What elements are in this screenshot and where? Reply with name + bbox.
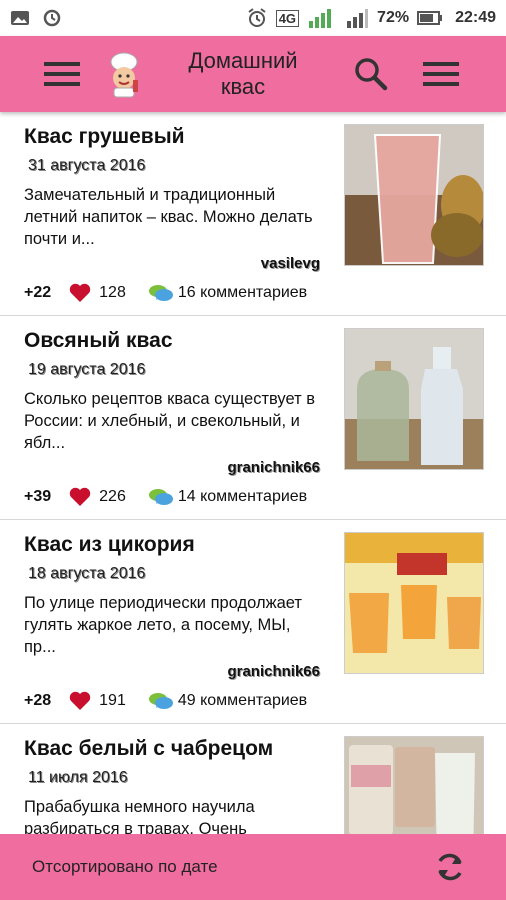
comments-count[interactable]: 16 комментариев xyxy=(178,284,307,302)
recipe-description: Прабабушка немного научила разбираться в… xyxy=(24,798,255,834)
recipe-author[interactable]: granichnik66 xyxy=(227,459,320,476)
status-bar: 4G 72% 22:49 xyxy=(0,0,506,36)
rating-value: +39 xyxy=(24,488,52,505)
recipe-thumbnail[interactable] xyxy=(344,532,484,674)
network-label: 4G xyxy=(275,9,300,27)
recipe-date: 18 августа 2016 xyxy=(28,565,146,582)
recipe-stats: +39 226 14 комментариев xyxy=(24,487,307,507)
recipe-title[interactable]: Квас грушевый xyxy=(24,125,334,149)
signal-icon xyxy=(307,7,337,29)
battery-icon xyxy=(417,10,443,26)
comment-bubble-icon[interactable] xyxy=(148,487,174,507)
recipe-title[interactable]: Квас из цикория xyxy=(24,533,334,557)
comment-bubble-icon[interactable] xyxy=(148,283,174,303)
recipe-card[interactable]: Квас из цикория 18 августа 2016 По улице… xyxy=(0,520,506,724)
rating-value: +28 xyxy=(24,692,52,709)
recipe-thumbnail[interactable] xyxy=(344,736,484,834)
title-line-2: квас xyxy=(220,74,266,99)
recipe-stats: +28 191 49 комментариев xyxy=(24,691,307,711)
heart-icon[interactable] xyxy=(69,691,91,711)
likes-count: 128 xyxy=(99,284,126,301)
recipe-list[interactable]: Квас грушевый 31 августа 2016 Замечатель… xyxy=(0,112,506,834)
comment-bubble-icon[interactable] xyxy=(148,691,174,711)
recipe-description: По улице периодически продолжает гулять … xyxy=(24,594,302,656)
overflow-menu-button[interactable] xyxy=(416,49,466,99)
title-line-1: Домашний xyxy=(188,48,298,73)
recipe-thumbnail[interactable] xyxy=(344,328,484,470)
likes-count: 191 xyxy=(99,692,126,709)
menu-button[interactable] xyxy=(32,44,92,104)
refresh-button[interactable] xyxy=(430,847,470,887)
bottom-bar: Отсортировано по дате xyxy=(0,834,506,900)
app-bar: Домашний квас xyxy=(0,36,506,112)
hamburger-icon xyxy=(423,62,459,86)
search-button[interactable] xyxy=(346,49,396,99)
recipe-description: Сколько рецептов кваса существует в Росс… xyxy=(24,390,316,452)
battery-percent: 72% xyxy=(377,9,410,26)
recipe-title[interactable]: Квас белый с чабрецом xyxy=(24,737,334,761)
clock: 22:49 xyxy=(455,9,496,26)
alarm-icon xyxy=(246,7,268,29)
comments-count[interactable]: 49 комментариев xyxy=(178,692,307,710)
likes-count: 226 xyxy=(99,488,126,505)
rating-value: +22 xyxy=(24,284,52,301)
heart-icon[interactable] xyxy=(69,283,91,303)
recipe-description: Замечательный и традиционный летний напи… xyxy=(24,186,313,248)
recipe-card[interactable]: Квас белый с чабрецом 11 июля 2016 Праба… xyxy=(0,724,506,834)
recipe-thumbnail[interactable] xyxy=(344,124,484,266)
recipe-date: 11 июля 2016 xyxy=(28,769,128,786)
refresh-icon xyxy=(438,853,462,881)
comments-count[interactable]: 14 комментариев xyxy=(178,488,307,506)
page-title: Домашний квас xyxy=(168,48,318,100)
signal-icon-2 xyxy=(345,7,369,29)
heart-icon[interactable] xyxy=(69,487,91,507)
gallery-icon xyxy=(10,10,30,26)
recipe-author[interactable]: granichnik66 xyxy=(227,663,320,680)
recipe-stats: +22 128 16 комментариев xyxy=(24,283,307,303)
recipe-date: 31 августа 2016 xyxy=(28,157,146,174)
recipe-author[interactable]: vasilevg xyxy=(261,255,320,272)
chef-logo-icon xyxy=(100,50,148,98)
search-icon xyxy=(355,58,388,91)
recipe-date: 19 августа 2016 xyxy=(28,361,146,378)
hamburger-icon xyxy=(44,62,80,86)
sync-icon xyxy=(42,8,62,28)
recipe-card[interactable]: Квас грушевый 31 августа 2016 Замечатель… xyxy=(0,112,506,316)
recipe-card[interactable]: Овсяный квас 19 августа 2016 Сколько рец… xyxy=(0,316,506,520)
sort-label[interactable]: Отсортировано по дате xyxy=(32,857,218,877)
recipe-title[interactable]: Овсяный квас xyxy=(24,329,334,353)
